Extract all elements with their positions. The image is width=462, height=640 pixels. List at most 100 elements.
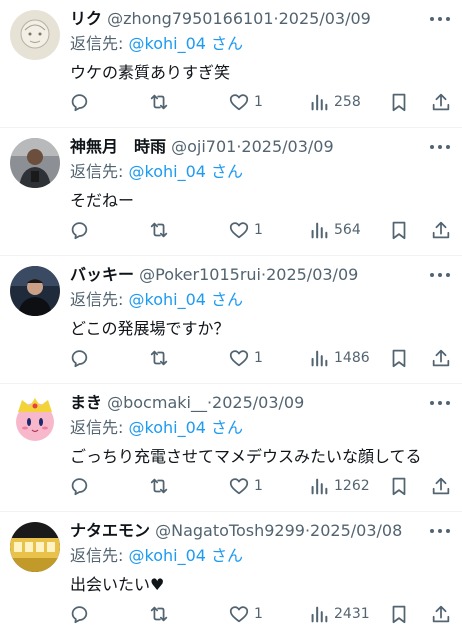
action-bar: 1 1486 [66, 347, 452, 369]
views-button[interactable]: 2431 [308, 603, 370, 625]
like-button[interactable]: 1 [228, 475, 263, 497]
more-icon[interactable] [428, 394, 452, 412]
avatar[interactable] [10, 266, 60, 316]
views-icon [311, 222, 328, 239]
views-button[interactable]: 1486 [308, 347, 370, 369]
bookmark-button[interactable] [388, 475, 410, 497]
tweet-item[interactable]: バッキー @Poker1015rui·2025/03/09 返信先: @kohi… [0, 256, 462, 384]
post-date[interactable]: 2025/03/08 [310, 521, 402, 540]
display-name[interactable]: リク [70, 9, 102, 28]
tweet-header: バッキー @Poker1015rui·2025/03/09 [70, 264, 422, 286]
more-icon[interactable] [428, 10, 452, 28]
share-button[interactable] [430, 347, 452, 369]
tweet-item[interactable]: 神無月 時雨 @oji701·2025/03/09 返信先: @kohi_04 … [0, 128, 462, 256]
share-button[interactable] [430, 91, 452, 113]
views-count: 564 [334, 222, 361, 238]
reply-mention[interactable]: @kohi_04 [129, 162, 206, 181]
retweet-button[interactable] [148, 603, 174, 625]
more-icon[interactable] [428, 266, 452, 284]
share-icon [432, 605, 450, 623]
avatar[interactable] [10, 394, 60, 444]
tweet-item[interactable]: まき @bocmaki__·2025/03/09 返信先: @kohi_04 さ… [0, 384, 462, 512]
like-count: 1 [254, 350, 263, 366]
share-icon [432, 477, 450, 495]
reply-suffix: さん [211, 546, 244, 565]
retweet-button[interactable] [148, 219, 174, 241]
like-icon [229, 94, 249, 111]
avatar[interactable] [10, 522, 60, 572]
retweet-icon [150, 94, 168, 110]
reply-mention[interactable]: @kohi_04 [129, 34, 206, 53]
retweet-button[interactable] [148, 91, 174, 113]
share-button[interactable] [430, 603, 452, 625]
reply-context: 返信先: @kohi_04 さん [70, 33, 243, 55]
tweet-item[interactable]: リク @zhong7950166101·2025/03/09 返信先: @koh… [0, 0, 462, 128]
post-date[interactable]: 2025/03/09 [266, 265, 358, 284]
reply-icon [71, 606, 88, 624]
more-icon[interactable] [428, 138, 452, 156]
views-icon [311, 478, 328, 495]
like-button[interactable]: 1 [228, 603, 263, 625]
more-icon[interactable] [428, 522, 452, 540]
like-button[interactable]: 1 [228, 91, 263, 113]
user-handle[interactable]: @bocmaki__ [107, 393, 207, 412]
views-count: 258 [334, 94, 361, 110]
like-icon [229, 350, 249, 367]
reply-icon [71, 94, 88, 112]
bookmark-button[interactable] [388, 219, 410, 241]
user-handle[interactable]: @NagatoTosh9299 [155, 521, 305, 540]
bookmark-icon [392, 221, 406, 240]
bookmark-button[interactable] [388, 347, 410, 369]
post-date[interactable]: 2025/03/09 [241, 137, 333, 156]
display-name[interactable]: まき [70, 393, 102, 412]
like-button[interactable]: 1 [228, 219, 263, 241]
reply-button[interactable] [68, 347, 94, 369]
reply-button[interactable] [68, 475, 94, 497]
avatar[interactable] [10, 10, 60, 60]
share-icon [432, 221, 450, 239]
user-handle[interactable]: @zhong7950166101 [107, 9, 273, 28]
tweet-text: ごっちり充電させてマメデウスみたいな顔してる [70, 447, 422, 466]
like-button[interactable]: 1 [228, 347, 263, 369]
tweet-text: ウケの素質ありすぎ笑 [70, 63, 231, 82]
tweet-text-body: 出会いたい [70, 575, 151, 594]
reply-suffix: さん [211, 34, 244, 53]
reply-context: 返信先: @kohi_04 さん [70, 289, 243, 311]
like-icon [229, 478, 249, 495]
action-bar: 1 564 [66, 219, 452, 241]
reply-mention[interactable]: @kohi_04 [129, 418, 206, 437]
views-icon [311, 350, 328, 367]
display-name[interactable]: 神無月 時雨 [70, 137, 166, 156]
reply-context: 返信先: @kohi_04 さん [70, 161, 243, 183]
views-button[interactable]: 258 [308, 91, 361, 113]
retweet-button[interactable] [148, 347, 174, 369]
user-handle[interactable]: @Poker1015rui [139, 265, 261, 284]
reply-prefix: 返信先: [70, 546, 124, 565]
post-date[interactable]: 2025/03/09 [212, 393, 304, 412]
post-date[interactable]: 2025/03/09 [279, 9, 371, 28]
reply-button[interactable] [68, 219, 94, 241]
tweet-item[interactable]: ナタエモン @NagatoTosh9299·2025/03/08 返信先: @k… [0, 512, 462, 640]
reply-button[interactable] [68, 603, 94, 625]
reply-mention[interactable]: @kohi_04 [129, 546, 206, 565]
views-button[interactable]: 564 [308, 219, 361, 241]
reply-mention[interactable]: @kohi_04 [129, 290, 206, 309]
bookmark-button[interactable] [388, 603, 410, 625]
share-button[interactable] [430, 219, 452, 241]
reply-prefix: 返信先: [70, 290, 124, 309]
reply-button[interactable] [68, 91, 94, 113]
views-count: 2431 [334, 606, 370, 622]
retweet-button[interactable] [148, 475, 174, 497]
avatar[interactable] [10, 138, 60, 188]
user-handle[interactable]: @oji701 [171, 137, 236, 156]
reply-suffix: さん [211, 418, 244, 437]
retweet-icon [150, 350, 168, 366]
display-name[interactable]: バッキー [70, 265, 134, 284]
bookmark-icon [392, 349, 406, 368]
tweet-text: そだねー [70, 191, 135, 210]
bookmark-button[interactable] [388, 91, 410, 113]
share-button[interactable] [430, 475, 452, 497]
bookmark-icon [392, 477, 406, 496]
display-name[interactable]: ナタエモン [70, 521, 150, 540]
views-button[interactable]: 1262 [308, 475, 370, 497]
